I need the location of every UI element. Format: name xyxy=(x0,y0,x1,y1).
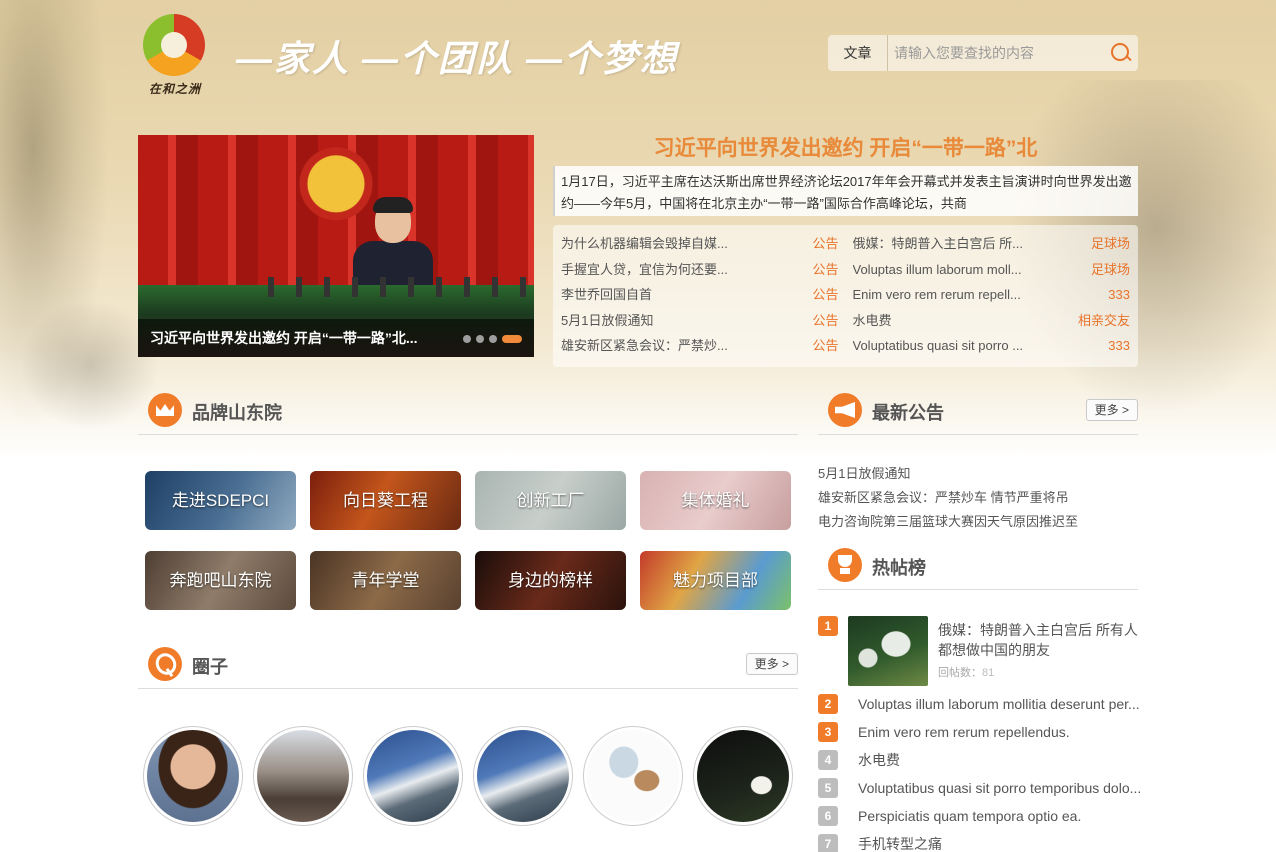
hot-post-title[interactable]: Enim vero rem rerum repellendus. xyxy=(858,718,1148,746)
news-item[interactable]: 水电费 相亲交友 xyxy=(853,308,1131,334)
announcement-section-title: 最新公告 xyxy=(872,403,944,423)
brand-section-header: 品牌山东院 xyxy=(138,391,798,435)
tile-wedding[interactable]: 集体婚礼 xyxy=(640,471,791,530)
hot-post-item[interactable]: 2 Voluptas illum laborum mollitia deserun… xyxy=(818,690,1148,718)
news-list: 为什么机器编辑会毁掉自媒... 公告 手握宜人贷，宜信为何还要... 公告 李世乔回… xyxy=(553,225,1138,367)
hot-post-item[interactable]: 5 Voluptatibus quasi sit porro temporibus… xyxy=(818,774,1148,802)
news-column-right: 俄媒：特朗普入主白宫后 所... 足球场 Voluptas illum labor… xyxy=(853,231,1131,361)
slider-dot[interactable] xyxy=(463,335,471,343)
search-type-select[interactable]: 文章 xyxy=(828,35,888,71)
circle-section-header: 圈子 更多 > xyxy=(138,645,798,689)
news-column-left: 为什么机器编辑会毁掉自媒... 公告 手握宜人贷，宜信为何还要... 公告 李世乔回… xyxy=(561,231,839,361)
hot-post-title[interactable]: 水电费 xyxy=(858,746,1148,774)
circle-avatar[interactable] xyxy=(693,726,793,826)
hot-post-replies: 回帖数：81 xyxy=(938,664,994,680)
logo-text: 在和之洲 xyxy=(148,82,201,96)
circle-avatar[interactable] xyxy=(253,726,353,826)
logo-ball-icon xyxy=(143,14,205,76)
hot-post-item[interactable]: 3 Enim vero rem rerum repellendus. xyxy=(818,718,1148,746)
news-item[interactable]: 李世乔回国自首 公告 xyxy=(561,282,839,308)
rank-badge: 4 xyxy=(818,750,838,770)
circle-avatar[interactable] xyxy=(143,726,243,826)
hot-post-featured[interactable]: 1 俄媒：特朗普入主白宫后 所有人都想做中国的朋友 回帖数：81 xyxy=(818,612,1148,690)
hot-post-title[interactable]: 俄媒：特朗普入主白宫后 所有人都想做中国的朋友 xyxy=(938,620,1148,660)
news-item[interactable]: 5月1日放假通知 公告 xyxy=(561,308,839,334)
hot-post-item[interactable]: 7 手机转型之痛 xyxy=(818,830,1148,852)
headline-title[interactable]: 习近平向世界发出邀约 开启“一带一路”北 xyxy=(553,132,1138,162)
news-item[interactable]: Voluptatibus quasi sit porro ... 333 xyxy=(853,333,1131,359)
news-item[interactable]: 手握宜人贷，宜信为何还要... 公告 xyxy=(561,257,839,283)
news-item[interactable]: 为什么机器编辑会毁掉自媒... 公告 xyxy=(561,231,839,257)
rank-badge: 3 xyxy=(818,722,838,742)
hot-post-title[interactable]: Voluptas illum laborum mollitia deserunt… xyxy=(858,690,1148,718)
hot-post-title[interactable]: Voluptatibus quasi sit porro temporibus … xyxy=(858,774,1148,802)
rank-badge: 2 xyxy=(818,694,838,714)
hot-post-item[interactable]: 4 水电费 xyxy=(818,746,1148,774)
crown-icon xyxy=(148,393,182,427)
news-item[interactable]: 雄安新区紧急会议：严禁炒... 公告 xyxy=(561,333,839,359)
slogan: —家人 —个团队 —个梦想 xyxy=(236,38,679,79)
news-item[interactable]: 俄媒：特朗普入主白宫后 所... 足球场 xyxy=(853,231,1131,257)
circle-more-button[interactable]: 更多 > xyxy=(745,653,798,675)
tile-sunflower[interactable]: 向日葵工程 xyxy=(310,471,461,530)
slider-microphones xyxy=(268,277,528,297)
slider-dots xyxy=(463,335,522,343)
slider-dot-active[interactable] xyxy=(502,335,522,343)
announcement-list: 5月1日放假通知 雄安新区紧急会议：严禁炒车 情节严重将吊 电力咨询院第三届篮球… xyxy=(818,462,1148,534)
news-item[interactable]: Voluptas illum laborum moll... 足球场 xyxy=(853,257,1131,283)
circle-avatar[interactable] xyxy=(363,726,463,826)
hot-section-header: 热帖榜 xyxy=(818,546,1138,590)
hot-post-title[interactable]: Perspiciatis quam tempora optio ea. xyxy=(858,802,1148,830)
news-item[interactable]: Enim vero rem rerum repell... 333 xyxy=(853,282,1131,308)
tile-role-models[interactable]: 身边的榜样 xyxy=(475,551,626,610)
slider-caption[interactable]: 习近平向世界发出邀约 开启“一带一路”北... xyxy=(150,328,418,348)
circle-section-title: 圈子 xyxy=(192,657,228,677)
announcement-section-header: 最新公告 更多 > xyxy=(818,391,1138,435)
news-slider[interactable]: 习近平向世界发出邀约 开启“一带一路”北... xyxy=(138,135,534,357)
hot-section-title: 热帖榜 xyxy=(872,558,926,578)
circle-avatar[interactable] xyxy=(473,726,573,826)
headline-summary: 1月17日，习近平主席在达沃斯出席世界经济论坛2017年年会开幕式并发表主旨演讲… xyxy=(553,166,1138,216)
rank-badge: 1 xyxy=(818,616,838,636)
rank-badge: 5 xyxy=(818,778,838,798)
announcement-item[interactable]: 5月1日放假通知 xyxy=(818,462,1148,486)
circle-avatar[interactable] xyxy=(583,726,683,826)
hot-post-thumbnail[interactable] xyxy=(848,616,928,686)
tile-innovation[interactable]: 创新工厂 xyxy=(475,471,626,530)
announcement-item[interactable]: 雄安新区紧急会议：严禁炒车 情节严重将吊 xyxy=(818,486,1148,510)
rank-badge: 6 xyxy=(818,806,838,826)
hot-post-item[interactable]: 6 Perspiciatis quam tempora optio ea. xyxy=(818,802,1148,830)
trophy-icon xyxy=(828,548,862,582)
tile-projects[interactable]: 魅力项目部 xyxy=(640,551,791,610)
hot-post-list: 1 俄媒：特朗普入主白宫后 所有人都想做中国的朋友 回帖数：81 2 Volupt… xyxy=(818,612,1148,852)
search-icon[interactable] xyxy=(1102,35,1138,71)
announcement-more-button[interactable]: 更多 > xyxy=(1085,399,1138,421)
tile-youth-school[interactable]: 青年学堂 xyxy=(310,551,461,610)
brand-section-title: 品牌山东院 xyxy=(192,403,282,423)
replies-label: 回帖数： xyxy=(938,667,982,679)
replies-count: 81 xyxy=(982,667,995,679)
slider-dot[interactable] xyxy=(489,335,497,343)
racket-icon xyxy=(148,647,182,681)
search-input[interactable] xyxy=(888,35,1102,71)
rank-badge: 7 xyxy=(818,834,838,852)
slider-dot[interactable] xyxy=(476,335,484,343)
site-logo[interactable]: 在和之洲 xyxy=(140,12,210,98)
hot-post-title[interactable]: 手机转型之痛 xyxy=(858,830,1148,852)
announcement-item[interactable]: 电力咨询院第三届篮球大赛因天气原因推迟至 xyxy=(818,510,1148,534)
search-bar: 文章 xyxy=(828,35,1138,71)
megaphone-icon xyxy=(828,393,862,427)
tile-sdepci[interactable]: 走进SDEPCI xyxy=(145,471,296,530)
tile-running[interactable]: 奔跑吧山东院 xyxy=(145,551,296,610)
